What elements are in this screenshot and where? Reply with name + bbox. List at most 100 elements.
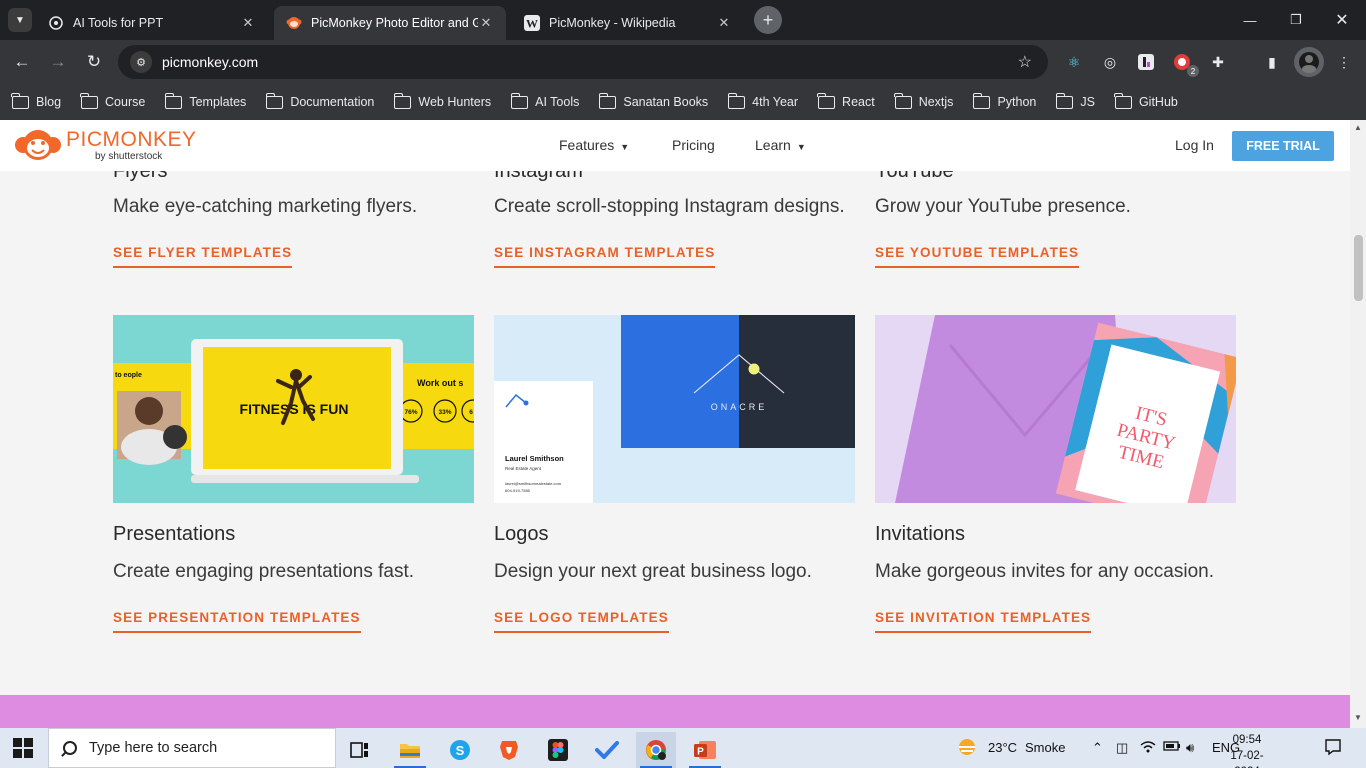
scroll-down-arrow-icon[interactable]: ▼ [1354, 714, 1362, 722]
reload-icon[interactable]: ↻ [81, 50, 107, 74]
folder-icon [598, 92, 617, 109]
chevron-down-icon: ▼ [796, 142, 806, 152]
bookmark-sanatan-books[interactable]: Sanatan Books [598, 92, 708, 109]
bookmark-nextjs[interactable]: Nextjs [894, 92, 953, 109]
login-link[interactable]: Log In [1175, 137, 1214, 153]
bookmark-label: AI Tools [535, 95, 580, 109]
browser-toolbar: ← → ↻ ⚙ picmonkey.com ☆ ⚛ ◎ 2 ✚ ▮ ⋮ [0, 40, 1366, 84]
invitation-template-image[interactable]: IT'S PARTY TIME [875, 315, 1236, 503]
windows-start-icon[interactable] [13, 738, 33, 758]
tab-close-icon[interactable]: ✕ [716, 15, 732, 31]
tab-wikipedia[interactable]: W PicMonkey - Wikipedia ✕ [512, 6, 744, 40]
address-bar[interactable]: ⚙ picmonkey.com ☆ [118, 45, 1048, 79]
logo-card-phone: 604-919-7585 [505, 488, 531, 493]
folder-icon [11, 92, 29, 109]
bookmark-web-hunters[interactable]: Web Hunters [393, 92, 492, 109]
weather-desc[interactable]: Smoke [1025, 740, 1065, 755]
bookmark-github[interactable]: GitHub [1114, 92, 1178, 109]
browser-menu-icon[interactable]: ⋮ [1332, 50, 1356, 74]
tab-close-icon[interactable]: ✕ [478, 15, 494, 31]
picmonkey-logo[interactable]: PICMONKEY by shutterstock [14, 128, 197, 162]
figma-icon[interactable] [538, 732, 578, 768]
new-tab-button[interactable]: + [754, 6, 782, 34]
bookmark-4th-year[interactable]: 4th Year [727, 92, 798, 109]
chrome-icon[interactable] [636, 732, 676, 768]
record-extension-icon[interactable]: ◎ [1098, 50, 1122, 74]
page-scrollbar[interactable]: ▲ ▼ [1350, 120, 1366, 728]
purple-section-band [0, 695, 1350, 728]
close-window-icon[interactable]: ✕ [1322, 8, 1362, 32]
logo-card-email: laurel@smithsonrealestate.com [505, 481, 562, 486]
nav-pricing[interactable]: Pricing [672, 137, 715, 153]
bookmark-course[interactable]: Course [80, 92, 145, 109]
tray-chevron-up-icon[interactable]: ⌃ [1092, 740, 1103, 756]
url-text[interactable]: picmonkey.com [162, 54, 258, 70]
forward-arrow-icon[interactable]: → [45, 50, 71, 74]
bookmark-python[interactable]: Python [972, 92, 1036, 109]
see-invitation-templates-link[interactable]: SEE INVITATION TEMPLATES [875, 610, 1092, 633]
nav-pricing-label: Pricing [672, 137, 715, 153]
taskbar-clock[interactable]: 09:54 17-02-2024 [1222, 732, 1272, 768]
weather-temp[interactable]: 23°C [988, 740, 1017, 755]
notification-icon[interactable] [1324, 738, 1342, 759]
skype-icon[interactable]: S [440, 732, 480, 768]
see-flyer-templates-link[interactable]: SEE FLYER TEMPLATES [113, 245, 293, 268]
tab-picmonkey[interactable]: PicMonkey Photo Editor and Gr ✕ [274, 6, 506, 40]
see-presentation-templates-link[interactable]: SEE PRESENTATION TEMPLATES [113, 610, 361, 633]
windows-taskbar: Type here to search S P 23°C Smoke ⌃ ◫ 🔊… [0, 728, 1366, 768]
nav-learn[interactable]: Learn ▼ [755, 137, 806, 153]
page-viewport: Flyers Instagram YouTube Make eye-catchi… [0, 120, 1366, 728]
see-logo-templates-link[interactable]: SEE LOGO TEMPLATES [494, 610, 669, 633]
bookmark-documentation[interactable]: Documentation [265, 92, 374, 109]
extension-badge-icon[interactable]: 2 [1170, 50, 1199, 77]
react-devtools-icon[interactable]: ⚛ [1062, 50, 1086, 74]
battery-icon[interactable] [1163, 740, 1181, 755]
presentation-stat-1: 76% [404, 409, 417, 416]
tab-close-icon[interactable]: ✕ [240, 15, 256, 31]
svg-text:P: P [697, 747, 704, 758]
wifi-icon[interactable] [1140, 740, 1156, 757]
bookmark-react[interactable]: React [817, 92, 875, 109]
volume-icon[interactable]: 🔊︎ [1186, 740, 1194, 756]
nav-features-label: Features [559, 137, 615, 153]
scroll-up-arrow-icon[interactable]: ▲ [1354, 124, 1362, 132]
card-desc-logos: Design your next great business logo. [494, 561, 812, 582]
side-panel-icon[interactable]: ▮ [1260, 50, 1284, 74]
presentation-template-image[interactable]: to eople Work out s 76% 33% 6 FITNESS IS… [113, 315, 474, 503]
tab-ai-tools[interactable]: AI Tools for PPT ✕ [36, 6, 268, 40]
card-desc-instagram: Create scroll-stopping Instagram designs… [494, 196, 845, 217]
logo-template-image[interactable]: ONACRE Laurel Smithson Real Estate Agent… [494, 315, 855, 503]
taskbar-search-box[interactable]: Type here to search [48, 728, 336, 768]
weather-sun-icon[interactable] [956, 737, 978, 760]
minimize-icon[interactable]: — [1230, 8, 1270, 32]
bookmark-blog[interactable]: Blog [11, 92, 61, 109]
todo-checkmark-icon[interactable] [587, 732, 627, 768]
site-info-icon[interactable]: ⚙ [130, 51, 152, 73]
card-heading-logos: Logos [494, 523, 549, 545]
profile-avatar[interactable] [1294, 47, 1324, 77]
brave-browser-icon[interactable] [489, 732, 529, 768]
restore-icon[interactable]: ❐ [1276, 8, 1316, 32]
bookmark-label: Web Hunters [418, 95, 492, 109]
extension-icon[interactable] [1134, 50, 1158, 74]
extensions-puzzle-icon[interactable]: ✚ [1206, 50, 1230, 74]
powerpoint-icon[interactable]: P [685, 732, 725, 768]
scrollbar-thumb[interactable] [1354, 235, 1363, 301]
bookmark-star-icon[interactable]: ☆ [1018, 52, 1032, 72]
task-view-icon[interactable] [340, 732, 380, 768]
meet-now-icon[interactable]: ◫ [1116, 740, 1128, 756]
folder-icon [265, 92, 284, 109]
bookmark-templates[interactable]: Templates [164, 92, 246, 109]
tab-title: PicMonkey - Wikipedia [549, 16, 676, 30]
free-trial-button[interactable]: FREE TRIAL [1232, 131, 1334, 161]
back-arrow-icon[interactable]: ← [9, 50, 35, 74]
logo-card-role: Real Estate Agent [505, 466, 542, 471]
file-explorer-icon[interactable] [390, 732, 430, 768]
bookmark-js[interactable]: JS [1055, 92, 1095, 109]
see-youtube-templates-link[interactable]: SEE YOUTUBE TEMPLATES [875, 245, 1080, 268]
tab-search-button[interactable]: ▼ [8, 8, 32, 32]
see-instagram-templates-link[interactable]: SEE INSTAGRAM TEMPLATES [494, 245, 716, 268]
card-heading-invitations: Invitations [875, 523, 966, 545]
bookmark-ai-tools[interactable]: AI Tools [510, 92, 580, 109]
nav-features[interactable]: Features ▼ [559, 137, 629, 153]
